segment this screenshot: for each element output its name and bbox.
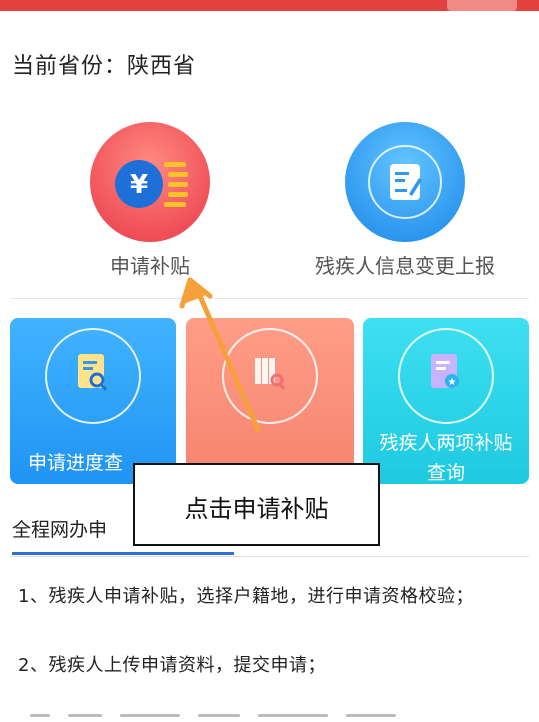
section-line [10, 556, 529, 557]
top-status-bar [0, 0, 539, 11]
current-province: 当前省份：陕西省 [12, 54, 197, 79]
info-change-report-label[interactable]: 残疾人信息变更上报 [290, 250, 520, 279]
section-divider [10, 298, 529, 299]
svg-text:★: ★ [448, 377, 457, 388]
progress-query-card[interactable]: 申请进度查 [10, 318, 176, 484]
document-badge-icon: ★ [431, 354, 459, 388]
subsidy-query-label: 残疾人两项补贴 查询 [363, 428, 529, 484]
binders-search-icon [255, 358, 286, 390]
yen-coin-icon: ¥ [115, 160, 188, 208]
top-tab-indicator [447, 0, 517, 11]
step-item: 2、残疾人上传申请资料，提交申请； [18, 655, 326, 676]
subsidy-query-card[interactable]: ★ 残疾人两项补贴 查询 [363, 318, 529, 484]
instruction-callout: 点击申请补贴 [133, 463, 380, 546]
svg-text:¥: ¥ [130, 170, 148, 200]
middle-service-card[interactable] [186, 318, 354, 484]
apply-subsidy-label[interactable]: 申请补贴 [90, 250, 210, 279]
info-change-report-button[interactable] [345, 122, 465, 242]
edit-document-icon [368, 145, 442, 219]
section-tab-underline [12, 552, 234, 555]
callout-text: 点击申请补贴 [184, 495, 329, 523]
progress-query-label: 申请进度查 [28, 452, 124, 474]
document-search-icon [78, 354, 108, 391]
step-item: 1、残疾人申请补贴，选择户籍地，进行申请资格校验； [18, 586, 474, 607]
apply-subsidy-button[interactable]: ¥ [90, 122, 210, 242]
online-process-title: 全程网办申 [12, 519, 108, 541]
subsidy-query-label-line2: 查询 [426, 462, 465, 484]
subsidy-query-label-line1: 残疾人两项补贴 [379, 432, 513, 454]
